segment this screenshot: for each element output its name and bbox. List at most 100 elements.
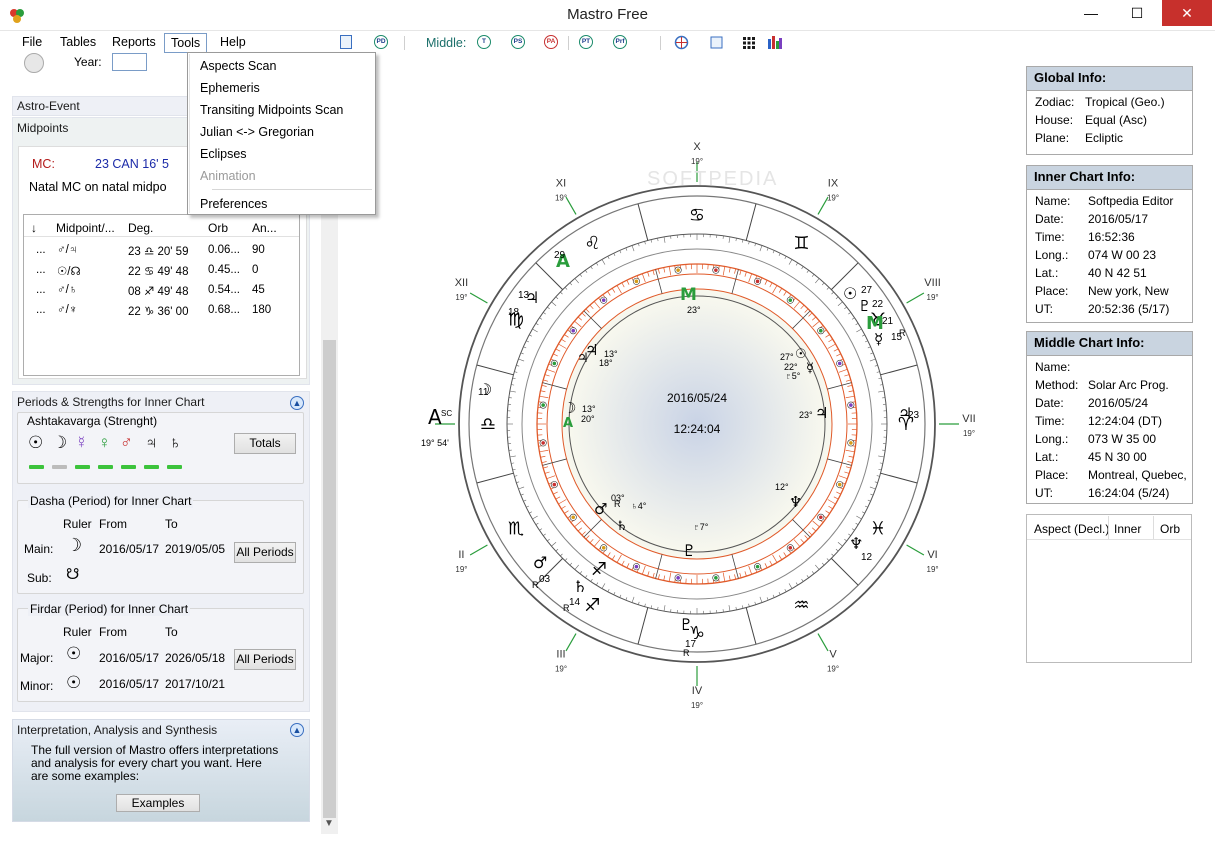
orb-header[interactable]: Orb bbox=[1160, 522, 1180, 536]
planet-degree: 12° bbox=[775, 482, 789, 492]
from-header: From bbox=[99, 517, 127, 531]
tools-dropdown: Aspects Scan Ephemeris Transiting Midpoi… bbox=[187, 52, 376, 215]
menu-eclipses[interactable]: Eclipses bbox=[189, 143, 375, 165]
info-value: 40 N 42 51 bbox=[1088, 266, 1147, 280]
mercury-icon[interactable]: ☿ bbox=[75, 433, 88, 453]
middle-chart-info-panel: Middle Chart Info: Name: Method: Solar Arc… bbox=[1026, 331, 1193, 504]
ps-icon[interactable]: PS bbox=[511, 35, 525, 49]
planet-degree: 18° bbox=[599, 358, 613, 368]
info-key: Date: bbox=[1035, 396, 1064, 410]
jupiter-icon[interactable]: ♃ bbox=[145, 433, 158, 453]
zodiac-sign-glyph: ♋ bbox=[689, 205, 705, 226]
table-header-angle[interactable]: An... bbox=[252, 221, 277, 235]
planet-degree: 23° bbox=[799, 410, 813, 420]
planet-degree: 23 bbox=[908, 410, 920, 421]
document-icon[interactable] bbox=[340, 35, 352, 49]
planet-dot bbox=[571, 515, 576, 520]
examples-button[interactable]: Examples bbox=[116, 794, 200, 812]
retrograde-mark: R bbox=[683, 648, 690, 658]
pluto-glyph: ♇ bbox=[679, 615, 693, 634]
zodiac-sign-glyph: ♌ bbox=[584, 233, 600, 254]
year-input[interactable] bbox=[112, 53, 147, 71]
menu-preferences[interactable]: Preferences bbox=[189, 193, 375, 215]
maximize-button[interactable]: ☐ bbox=[1114, 0, 1160, 26]
ascendant-sc: SC bbox=[441, 409, 452, 418]
info-key: Lat.: bbox=[1035, 450, 1059, 464]
menu-julian-gregorian[interactable]: Julian <-> Gregorian bbox=[189, 121, 375, 143]
saturn-icon[interactable]: ♄ bbox=[169, 433, 182, 453]
menu-tables[interactable]: Tables bbox=[54, 33, 102, 53]
radio-button[interactable] bbox=[24, 53, 44, 73]
info-value: 12:24:04 (DT) bbox=[1088, 414, 1163, 428]
pa-icon[interactable]: PA bbox=[544, 35, 558, 49]
info-value: 45 N 30 00 bbox=[1088, 450, 1147, 464]
pt-icon[interactable]: PT bbox=[579, 35, 593, 49]
info-row: UT: 20:52:36 (5/17) bbox=[1027, 302, 1192, 320]
planet-degree: 29 bbox=[554, 250, 566, 261]
scroll-down-icon[interactable]: ▼ bbox=[324, 818, 334, 829]
all-periods-button[interactable]: All Periods bbox=[234, 542, 296, 563]
house-degree: 19° bbox=[827, 665, 839, 674]
interpretation-text: The full version of Mastro offers interp… bbox=[31, 743, 279, 783]
totals-button[interactable]: Totals bbox=[234, 433, 296, 454]
table-header-midpoint[interactable]: Midpoint/... bbox=[56, 221, 115, 235]
mars-icon[interactable]: ♂ bbox=[120, 433, 133, 453]
info-key: Method: bbox=[1035, 378, 1079, 392]
moon-icon[interactable]: ☽ bbox=[52, 433, 67, 453]
planet-dot bbox=[788, 298, 793, 303]
planet-dot bbox=[552, 361, 557, 366]
planet-dot bbox=[552, 482, 557, 487]
south-node-icon: ☋ bbox=[66, 566, 80, 583]
house-degree: 19° bbox=[455, 565, 467, 574]
wheel-icon[interactable] bbox=[674, 35, 689, 50]
print-icon[interactable] bbox=[709, 35, 724, 50]
firdar-major-to: 2026/05/18 bbox=[165, 651, 226, 665]
info-key: Place: bbox=[1035, 468, 1069, 482]
info-value: 16:24:04 (5/24) bbox=[1088, 486, 1170, 500]
planet-degree: ♇7° bbox=[693, 522, 709, 532]
pd-icon[interactable]: PD bbox=[374, 35, 388, 49]
info-value: 16:52:36 bbox=[1088, 230, 1135, 244]
middle-label: Middle: bbox=[426, 36, 467, 50]
table-cell: ♂/♃ bbox=[57, 244, 78, 256]
venus-icon[interactable]: ♀ bbox=[98, 433, 111, 453]
scrollbar-thumb[interactable] bbox=[323, 340, 336, 818]
menu-aspects-scan[interactable]: Aspects Scan bbox=[189, 55, 375, 77]
table-header-deg[interactable]: Deg. bbox=[128, 221, 153, 235]
sun-glyph: ☉ bbox=[795, 347, 807, 362]
window-title: Mastro Free bbox=[567, 6, 648, 23]
table-header-sort[interactable]: ↓ bbox=[31, 221, 37, 235]
bar-chart-icon[interactable] bbox=[768, 36, 782, 49]
prf-icon[interactable]: Prf bbox=[613, 35, 627, 49]
table-cell: 0.54... bbox=[208, 284, 240, 296]
menu-animation: Animation bbox=[200, 169, 256, 183]
t-icon[interactable]: T bbox=[477, 35, 491, 49]
astro-event-label: Astro-Event bbox=[17, 99, 80, 113]
collapse-icon[interactable]: ▲ bbox=[290, 723, 304, 737]
house-degree: 19° bbox=[927, 565, 939, 574]
astro-chart[interactable]: ♎♍♌♋♊♉♈♓♒♑♐♏ X19°XI19°XII19°II19°III19°I… bbox=[340, 54, 1020, 834]
menu-ephemeris[interactable]: Ephemeris bbox=[189, 77, 375, 99]
close-button[interactable]: ✕ bbox=[1162, 0, 1212, 26]
midheaven-glyph: M bbox=[680, 285, 697, 305]
all-periods-button[interactable]: All Periods bbox=[234, 649, 296, 670]
dasha-title: Dasha (Period) for Inner Chart bbox=[28, 494, 194, 508]
menu-transiting-midpoints-scan[interactable]: Transiting Midpoints Scan bbox=[189, 99, 375, 121]
inner-header[interactable]: Inner bbox=[1114, 522, 1141, 536]
table-header-orb[interactable]: Orb bbox=[208, 221, 228, 235]
menu-tools[interactable]: Tools bbox=[164, 33, 208, 53]
aspect-header[interactable]: Aspect (Decl.) bbox=[1034, 522, 1109, 536]
grid-icon[interactable] bbox=[743, 37, 755, 49]
midpoints-label[interactable]: Midpoints bbox=[17, 121, 68, 135]
menu-reports[interactable]: Reports bbox=[106, 33, 162, 53]
minimize-button[interactable]: — bbox=[1068, 0, 1114, 26]
menu-help[interactable]: Help bbox=[214, 33, 252, 53]
info-value: 073 W 35 00 bbox=[1088, 432, 1157, 446]
neptune-glyph: ♆ bbox=[849, 534, 863, 553]
middle-info-title: Middle Chart Info: bbox=[1027, 332, 1192, 356]
collapse-icon[interactable]: ▲ bbox=[290, 396, 304, 410]
planet-dot bbox=[601, 298, 606, 303]
menu-file[interactable]: File bbox=[16, 33, 48, 53]
sun-icon[interactable]: ☉ bbox=[28, 433, 43, 453]
zodiac-sign-glyph: ♐ bbox=[584, 595, 600, 616]
